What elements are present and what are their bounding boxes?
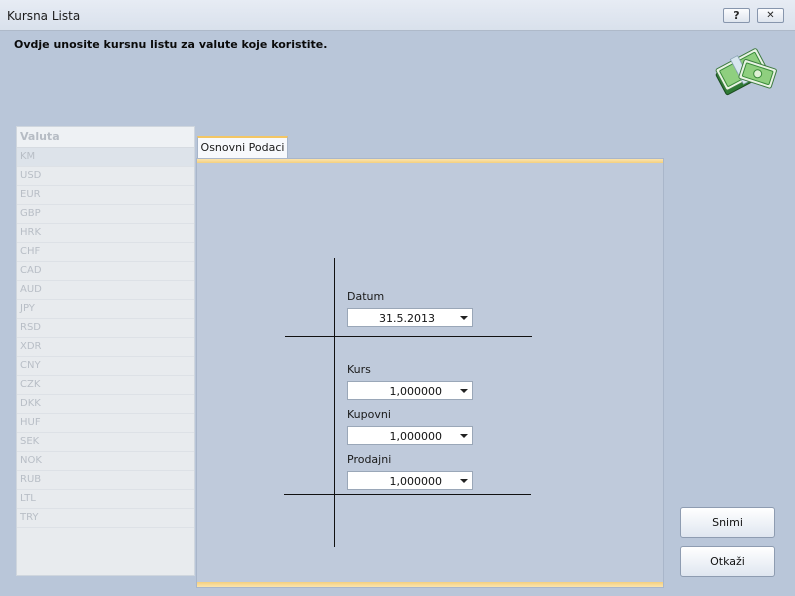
grid-row[interactable]: XDR	[17, 338, 194, 357]
grid-row[interactable]: CHF	[17, 243, 194, 262]
grid-row[interactable]: TRY	[17, 509, 194, 528]
save-button[interactable]: Snimi	[680, 507, 775, 538]
grid-row[interactable]: HRK	[17, 224, 194, 243]
datum-date-picker[interactable]: 31.5.2013	[347, 308, 473, 327]
grid-row[interactable]: AUD	[17, 281, 194, 300]
column-header-valuta[interactable]: Valuta	[17, 127, 194, 148]
kurs-field[interactable]: 1,000000	[347, 381, 473, 400]
grid-row[interactable]: DKK	[17, 395, 194, 414]
save-button-label: Snimi	[712, 516, 743, 529]
layout-guide-vertical	[334, 258, 335, 547]
prodajni-field[interactable]: 1,000000	[347, 471, 473, 490]
grid-row[interactable]: GBP	[17, 205, 194, 224]
layout-guide-top	[285, 336, 532, 337]
tab-panel	[196, 158, 664, 588]
grid-row[interactable]: RSD	[17, 319, 194, 338]
datum-value: 31.5.2013	[379, 312, 435, 325]
grid-row[interactable]: HUF	[17, 414, 194, 433]
kupovni-field[interactable]: 1,000000	[347, 426, 473, 445]
kurs-label: Kurs	[347, 363, 371, 376]
kupovni-value: 1,000000	[389, 430, 443, 443]
chevron-down-icon[interactable]	[460, 389, 468, 393]
currency-grid[interactable]: Valuta KM USD EUR GBP HRK CHF CAD AUD JP…	[16, 126, 195, 576]
kurs-value: 1,000000	[389, 385, 443, 398]
chevron-down-icon[interactable]	[460, 434, 468, 438]
chevron-down-icon[interactable]	[460, 316, 468, 320]
grid-row[interactable]: KM	[17, 148, 194, 167]
window-title: Kursna Lista	[7, 9, 81, 23]
grid-row[interactable]: CNY	[17, 357, 194, 376]
grid-row[interactable]: JPY	[17, 300, 194, 319]
grid-row[interactable]: NOK	[17, 452, 194, 471]
grid-row[interactable]: CAD	[17, 262, 194, 281]
help-icon: ?	[733, 9, 740, 22]
title-bar: Kursna Lista ? ✕	[0, 0, 795, 31]
grid-row[interactable]: LTL	[17, 490, 194, 509]
grid-row[interactable]: CZK	[17, 376, 194, 395]
layout-guide-bottom	[284, 494, 531, 495]
cancel-button[interactable]: Otkaži	[680, 546, 775, 577]
datum-label: Datum	[347, 290, 385, 303]
grid-row[interactable]: SEK	[17, 433, 194, 452]
grid-row[interactable]: RUB	[17, 471, 194, 490]
cancel-button-label: Otkaži	[710, 555, 745, 568]
close-icon: ✕	[766, 10, 775, 21]
help-button[interactable]: ?	[723, 8, 750, 23]
grid-row[interactable]: EUR	[17, 186, 194, 205]
grid-row[interactable]: USD	[17, 167, 194, 186]
header-description: Ovdje unosite kursnu listu za valute koj…	[14, 38, 328, 51]
prodajni-label: Prodajni	[347, 453, 392, 466]
tab-osnovni-podaci[interactable]: Osnovni Podaci	[197, 136, 288, 158]
money-stack-icon	[715, 48, 777, 96]
close-button[interactable]: ✕	[757, 8, 784, 23]
prodajni-value: 1,000000	[389, 475, 443, 488]
chevron-down-icon[interactable]	[460, 479, 468, 483]
kupovni-label: Kupovni	[347, 408, 391, 421]
